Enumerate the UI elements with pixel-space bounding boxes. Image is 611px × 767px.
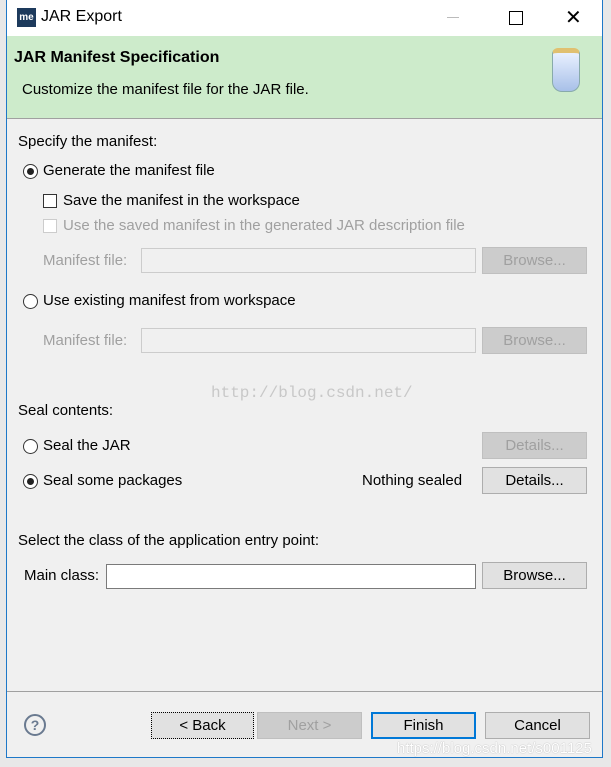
save-manifest-checkbox[interactable] (43, 194, 57, 208)
manifest-file-label: Manifest file: (43, 252, 128, 269)
seal-jar-label[interactable]: Seal the JAR (43, 437, 131, 454)
window-title: JAR Export (41, 8, 122, 25)
save-manifest-label[interactable]: Save the manifest in the workspace (63, 192, 300, 209)
entry-point-section-label: Select the class of the application entr… (18, 532, 320, 549)
app-icon: me (17, 8, 36, 27)
generate-manifest-label[interactable]: Generate the manifest file (43, 162, 215, 179)
title-bar: me JAR Export ✕ (7, 0, 602, 36)
footer-divider (7, 691, 602, 692)
help-icon[interactable]: ? (24, 714, 46, 736)
seal-some-packages-label[interactable]: Seal some packages (43, 472, 182, 489)
seal-packages-details-button[interactable]: Details... (482, 467, 587, 494)
seal-jar-details-button[interactable]: Details... (482, 432, 587, 459)
seal-jar-radio[interactable] (23, 439, 38, 454)
existing-manifest-file-label: Manifest file: (43, 332, 128, 349)
use-existing-manifest-radio[interactable] (23, 294, 38, 309)
footer-watermark: https://blog.csdn.net/s001125 (397, 740, 592, 757)
main-class-label: Main class: (24, 567, 100, 584)
main-class-browse-button[interactable]: Browse... (482, 562, 587, 589)
jar-icon (552, 48, 580, 92)
seal-some-packages-radio[interactable] (23, 474, 38, 489)
page-title: JAR Manifest Specification (14, 49, 220, 66)
watermark: http://blog.csdn.net/ (211, 384, 413, 402)
close-button[interactable]: ✕ (565, 5, 582, 30)
cancel-button[interactable]: Cancel (485, 712, 590, 739)
existing-manifest-file-input[interactable] (141, 328, 476, 353)
use-existing-manifest-label[interactable]: Use existing manifest from workspace (43, 292, 296, 309)
maximize-button[interactable] (509, 11, 523, 25)
manifest-browse-button[interactable]: Browse... (482, 247, 587, 274)
page-description: Customize the manifest file for the JAR … (22, 81, 309, 98)
use-saved-manifest-label: Use the saved manifest in the generated … (63, 217, 465, 234)
back-button[interactable]: < Back (151, 712, 254, 739)
manifest-section-label: Specify the manifest: (18, 133, 158, 150)
minimize-button[interactable] (447, 17, 459, 18)
manifest-file-input[interactable] (141, 248, 476, 273)
jar-export-dialog: me JAR Export ✕ JAR Manifest Specificati… (6, 0, 603, 758)
seal-section-label: Seal contents: (18, 402, 114, 419)
use-saved-manifest-checkbox[interactable] (43, 219, 57, 233)
seal-status: Nothing sealed (362, 472, 463, 489)
existing-manifest-browse-button[interactable]: Browse... (482, 327, 587, 354)
main-class-input[interactable] (106, 564, 476, 589)
generate-manifest-radio[interactable] (23, 164, 38, 179)
finish-button[interactable]: Finish (371, 712, 476, 739)
wizard-header: JAR Manifest Specification Customize the… (7, 36, 602, 119)
next-button[interactable]: Next > (257, 712, 362, 739)
